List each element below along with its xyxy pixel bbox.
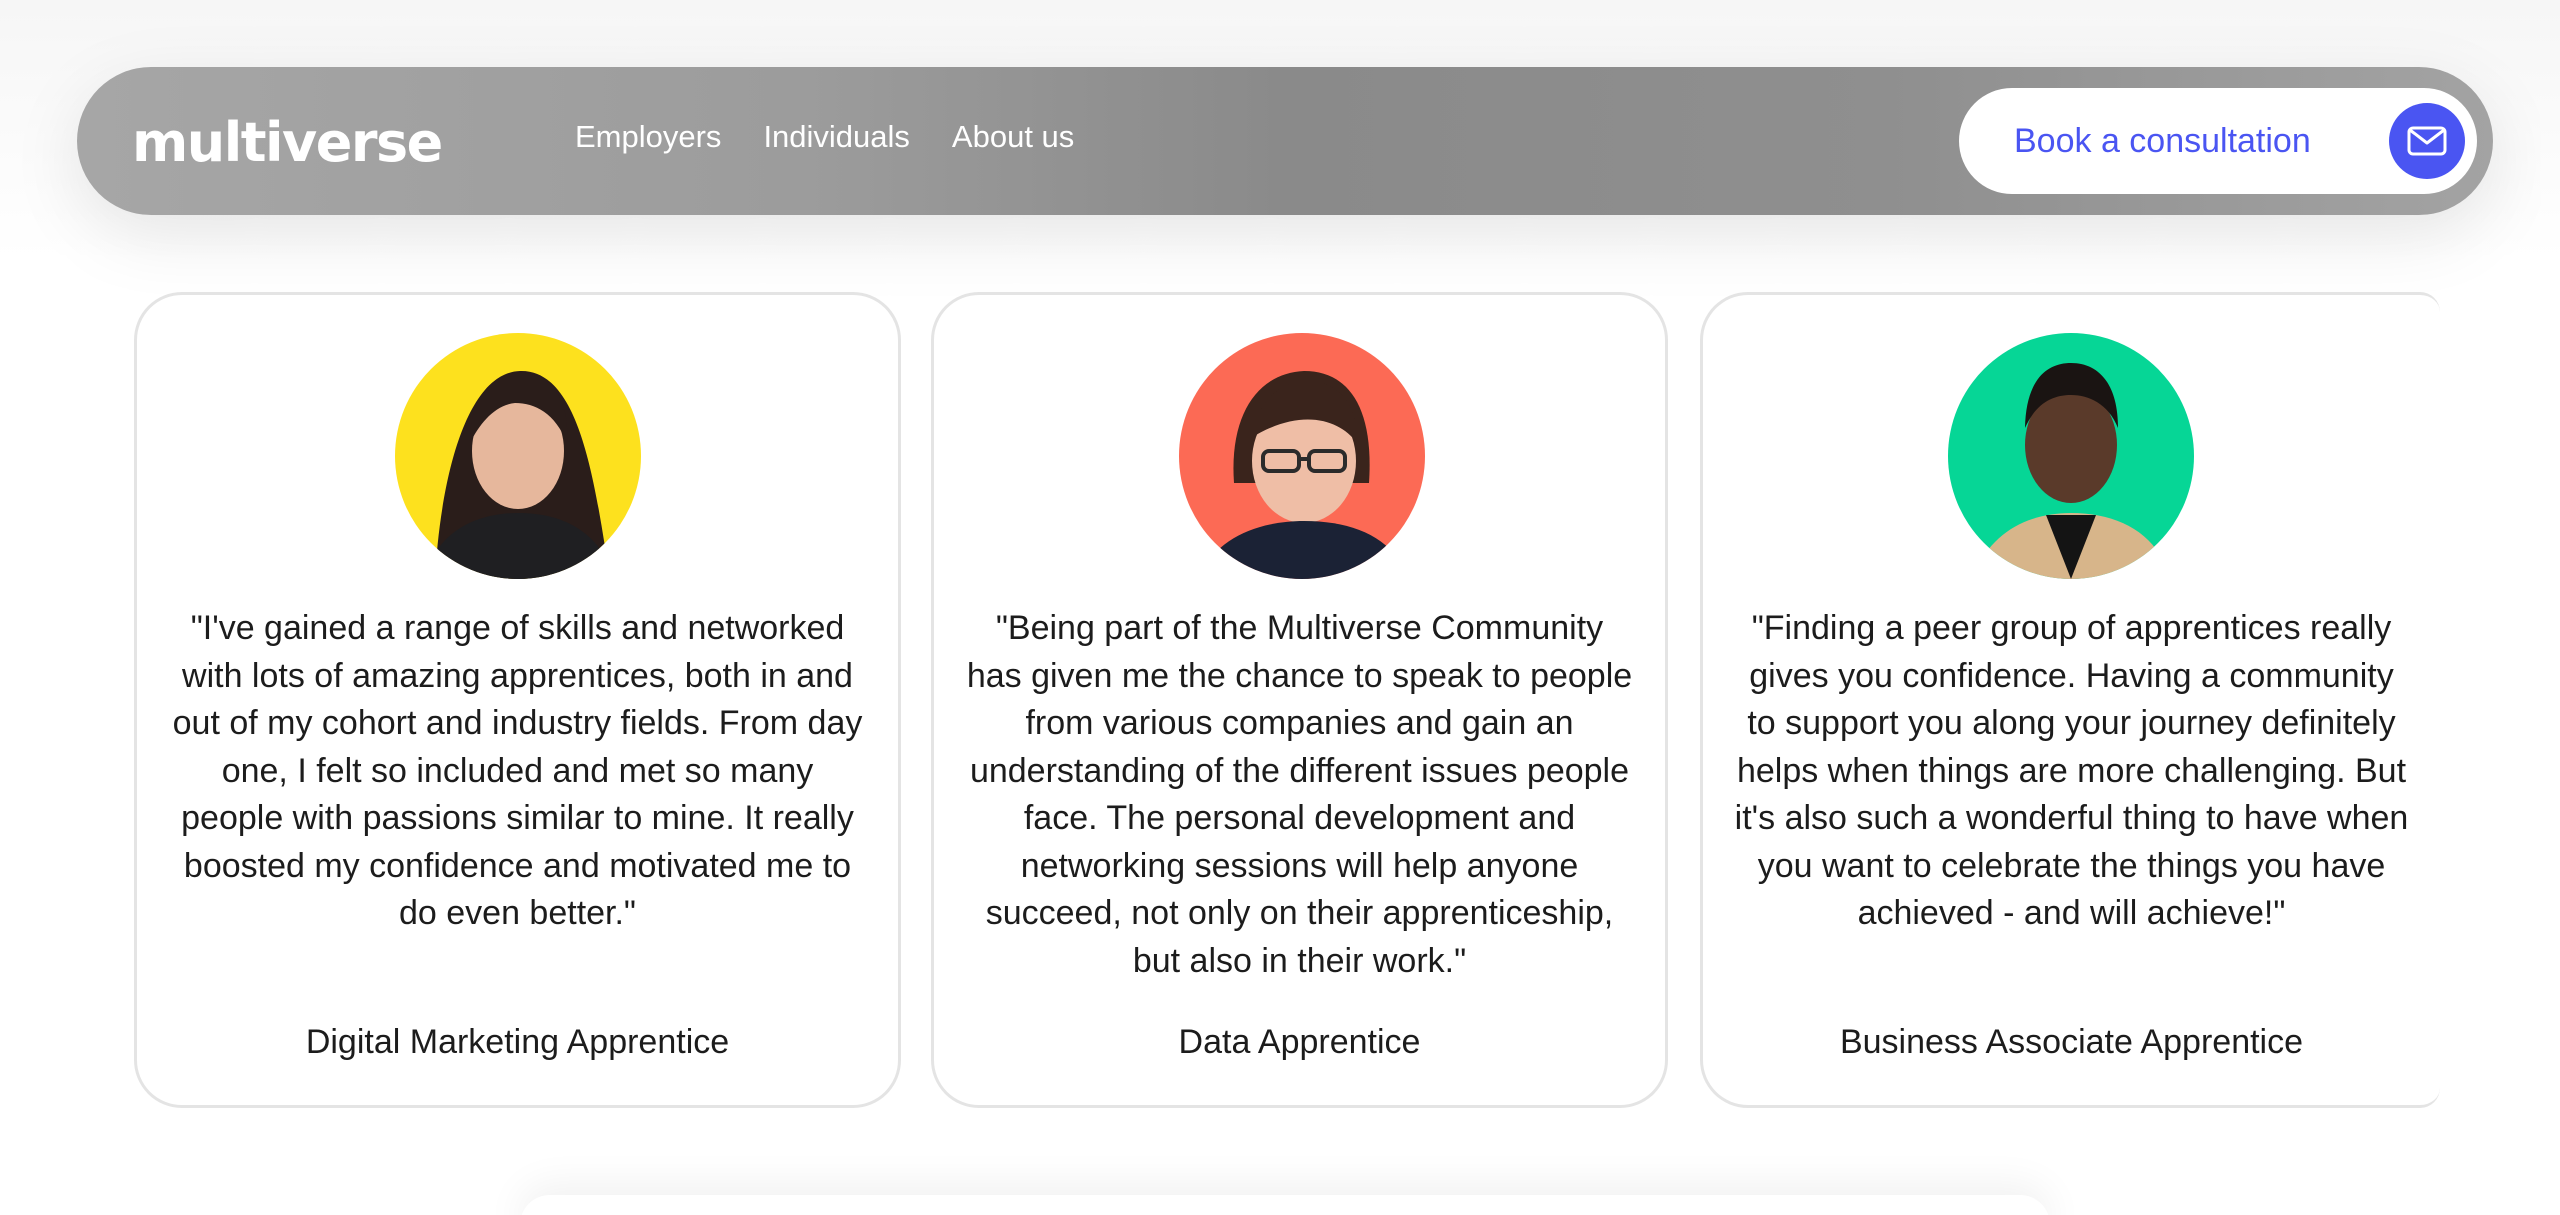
nav-link-about-us[interactable]: About us — [952, 119, 1074, 155]
avatar — [1179, 333, 1425, 579]
testimonial-card: "I've gained a range of skills and netwo… — [134, 292, 901, 1108]
testimonial-role: Business Associate Apprentice — [1839, 1023, 2304, 1061]
nav-link-employers[interactable]: Employers — [575, 119, 721, 155]
testimonial-quote: "I've gained a range of skills and netwo… — [172, 609, 863, 932]
page: multiverse Employers Individuals About u… — [0, 0, 2560, 1215]
nav-link-individuals[interactable]: Individuals — [763, 119, 909, 155]
testimonial-card: "Finding a peer group of apprentices rea… — [1700, 292, 2440, 1108]
bottom-shadow — [520, 1195, 2050, 1215]
envelope-icon — [2389, 103, 2465, 179]
testimonial-role: Digital Marketing Apprentice — [305, 1023, 730, 1061]
avatar — [1948, 333, 2194, 579]
book-consultation-button[interactable]: Book a consultation — [1959, 88, 2477, 194]
main-nav: Employers Individuals About us — [575, 119, 1074, 155]
top-navbar: multiverse Employers Individuals About u… — [77, 67, 2493, 215]
testimonial-card: "Being part of the Multiverse Community … — [931, 292, 1668, 1108]
multiverse-logo[interactable]: multiverse — [132, 111, 443, 174]
book-consultation-label: Book a consultation — [2014, 121, 2311, 160]
testimonial-quote: "Finding a peer group of apprentices rea… — [1734, 609, 2409, 932]
avatar — [395, 333, 641, 579]
testimonial-quote: "Being part of the Multiverse Community … — [966, 609, 1633, 980]
testimonial-role: Data Apprentice — [1178, 1023, 1421, 1061]
